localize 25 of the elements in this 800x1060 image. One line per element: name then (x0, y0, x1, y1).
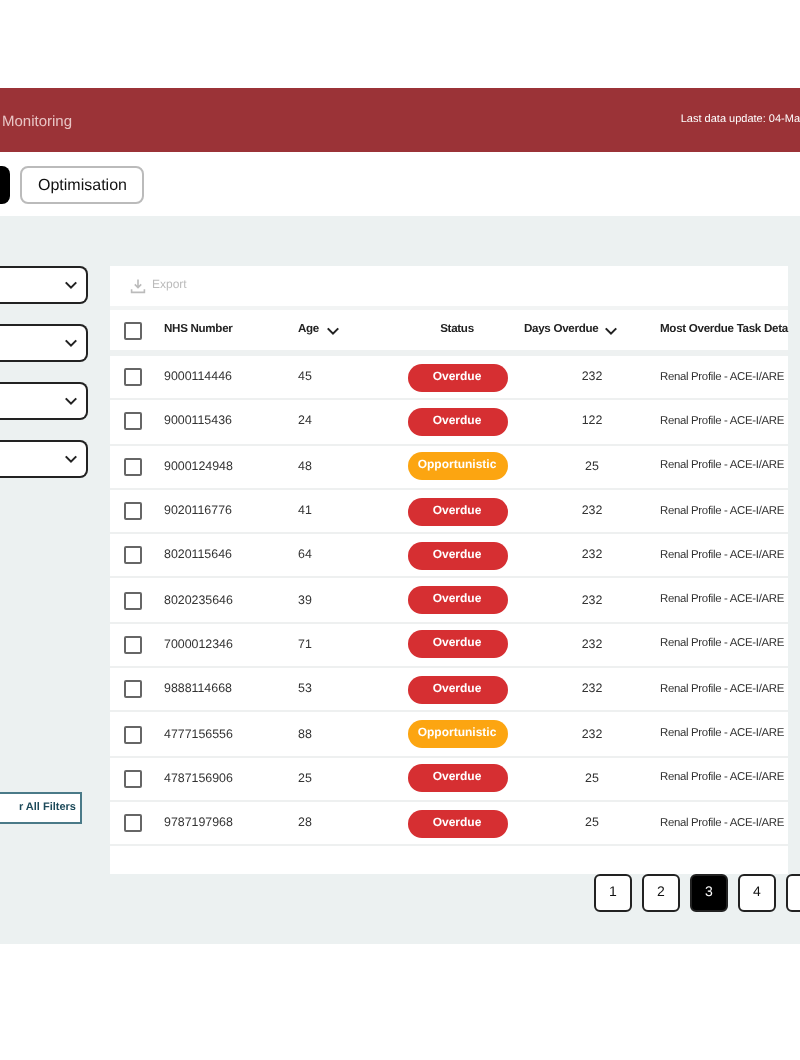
tab[interactable] (0, 165, 10, 203)
chevron-down-icon (64, 454, 78, 464)
filter-dropdown[interactable] (0, 440, 88, 478)
checkbox[interactable] (124, 502, 142, 521)
chevron-down-icon (325, 325, 340, 335)
checkbox[interactable] (124, 635, 142, 654)
checkbox[interactable] (124, 321, 142, 339)
checkbox[interactable] (124, 368, 142, 387)
checkbox[interactable] (124, 814, 142, 833)
tab[interactable]: Optimisation (20, 165, 145, 203)
filter-dropdown[interactable] (0, 266, 88, 304)
checkbox[interactable] (124, 412, 142, 431)
chevron-down-icon (64, 338, 78, 348)
chevron-down-icon (604, 325, 619, 335)
filter-dropdown[interactable] (0, 324, 88, 362)
download-icon (130, 278, 146, 294)
checkbox[interactable] (124, 680, 142, 699)
checkbox[interactable] (124, 546, 142, 565)
chevron-down-icon (64, 280, 78, 290)
checkbox[interactable] (124, 591, 142, 610)
checkbox[interactable] (124, 769, 142, 788)
checkbox[interactable] (124, 725, 142, 744)
filter-dropdown[interactable] (0, 382, 88, 420)
checkbox[interactable] (124, 457, 142, 476)
chevron-down-icon (64, 396, 78, 406)
